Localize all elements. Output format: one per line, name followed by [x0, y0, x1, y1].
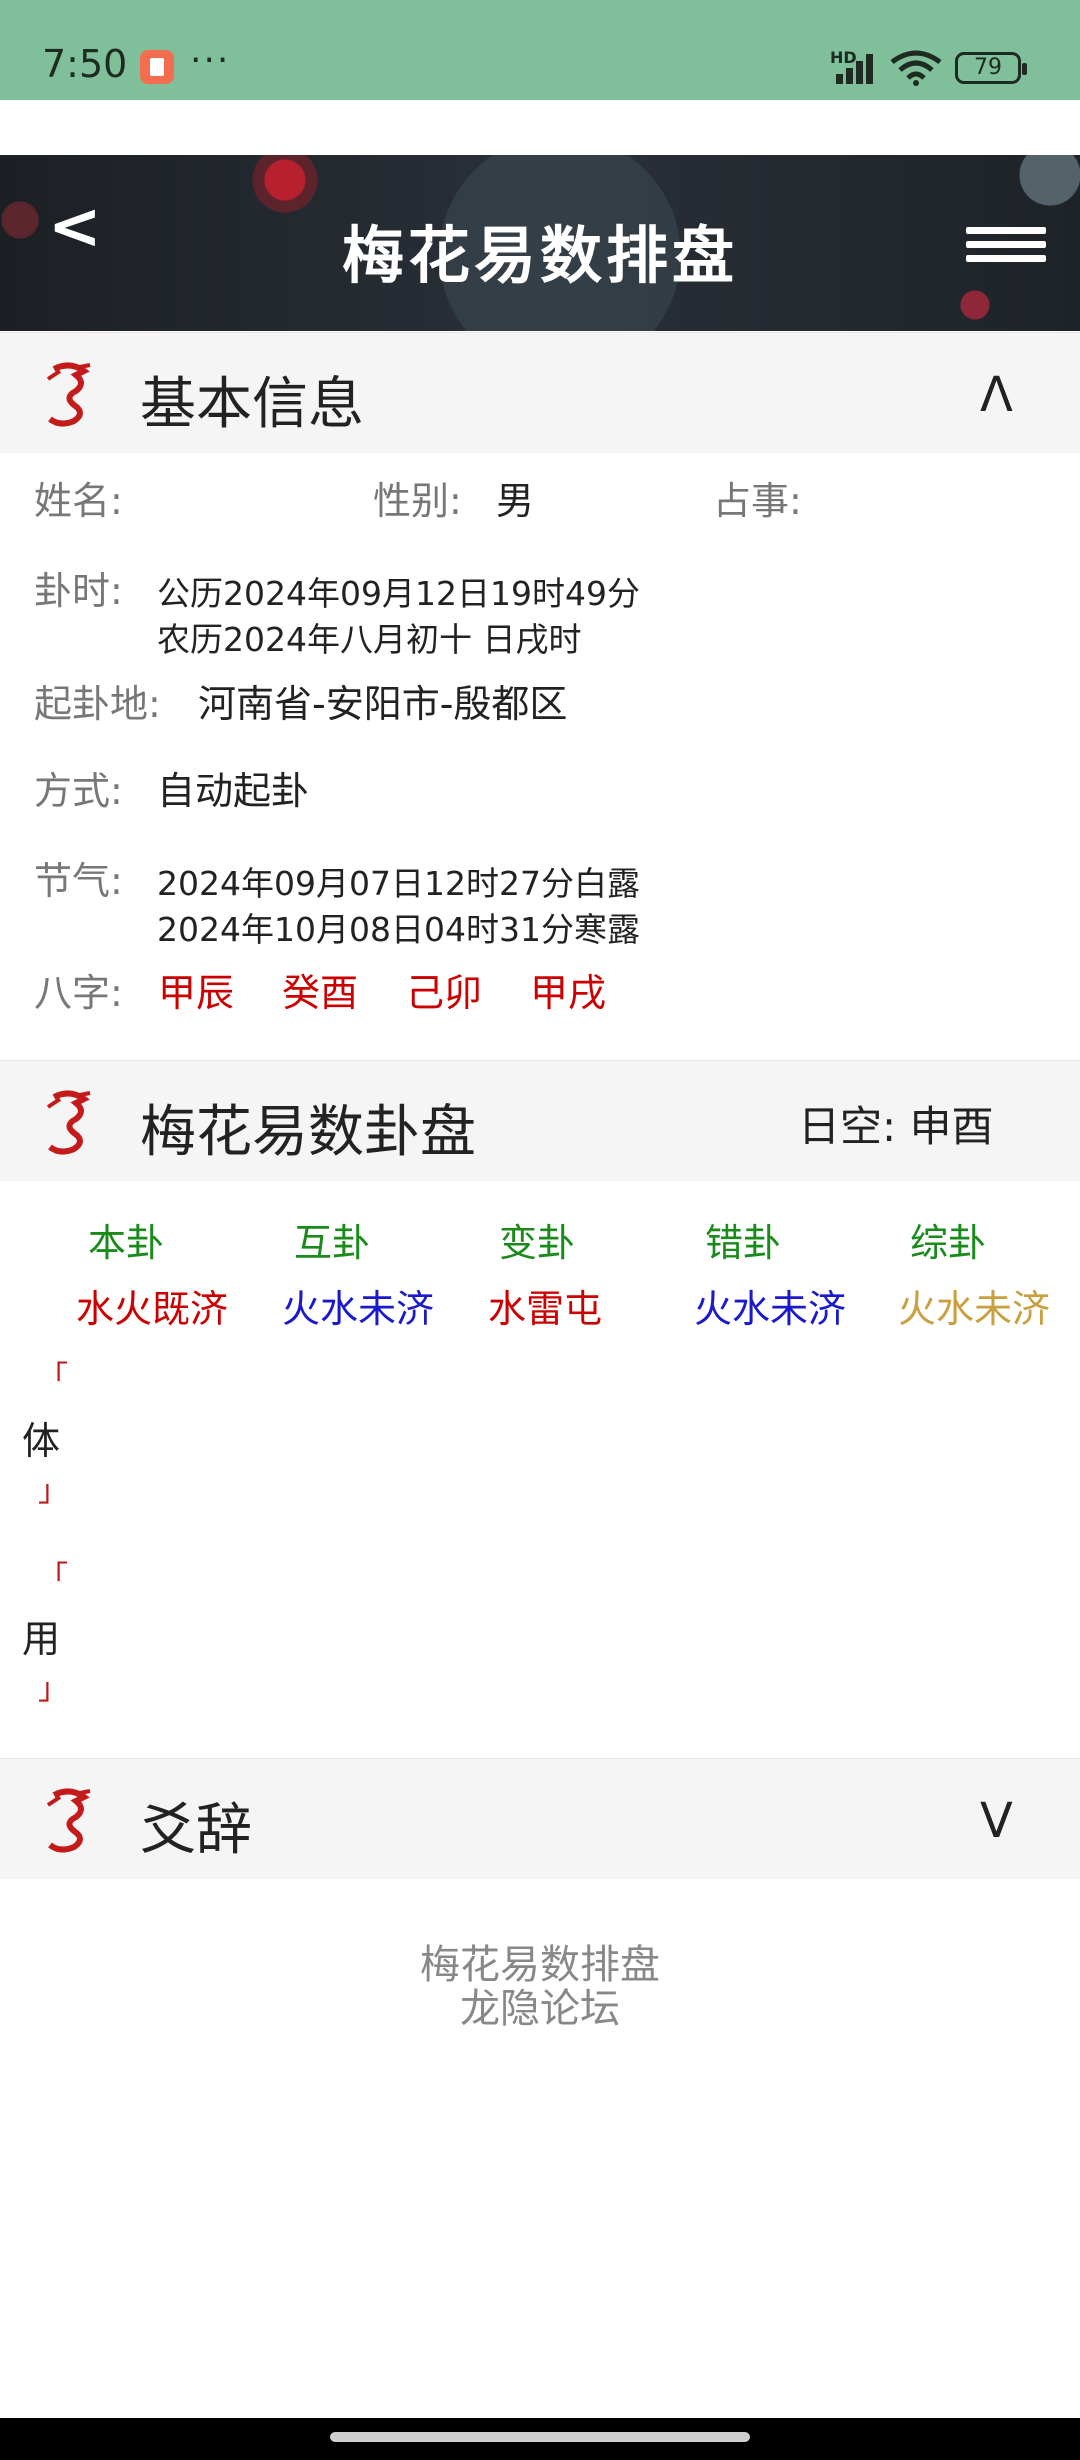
bazi-year: 甲辰 [158, 971, 235, 1015]
battery-icon: 79 [955, 52, 1027, 84]
dragon-logo-icon [46, 1788, 91, 1853]
home-gesture-bar[interactable] [330, 2432, 750, 2442]
bazi-hour: 甲戌 [530, 971, 607, 1015]
signal-icon [836, 48, 882, 84]
zong-gua-name: 火水未济 [898, 1287, 1051, 1331]
solar-term-2: 2024年10月08日04时31分寒露 [157, 910, 640, 949]
notification-app-icon [140, 50, 174, 84]
hu-gua-label: 互卦 [294, 1221, 371, 1265]
bian-gua-label: 变卦 [499, 1221, 576, 1265]
hexagram-header: 梅花易数卦盘 日空: 申酉 [0, 1060, 1080, 1181]
time-lunar: 农历2024年八月初十 日戌时 [157, 620, 582, 659]
yong-bracket-bottom: 」 [38, 1672, 68, 1707]
ti-bracket-bottom: 」 [38, 1474, 68, 1509]
ben-gua-label: 本卦 [88, 1221, 165, 1265]
app-header: < 梅花易数排盘 [0, 155, 1080, 331]
more-notifications-icon: ··· [190, 40, 231, 81]
status-bar: 7:50 ··· HD 79 [0, 0, 1080, 100]
dragon-logo-icon [46, 362, 91, 427]
expand-toggle[interactable]: V [980, 1793, 1013, 1849]
collapse-toggle[interactable]: Λ [980, 367, 1013, 423]
bian-gua-name: 水雷屯 [488, 1287, 603, 1331]
status-time: 7:50 [42, 42, 128, 86]
wifi-icon [890, 50, 942, 86]
hu-gua-name: 火水未济 [282, 1287, 435, 1331]
place-label: 起卦地: [34, 682, 161, 726]
solar-term-label: 节气: [34, 859, 123, 903]
place-value: 河南省-安阳市-殷都区 [198, 682, 568, 726]
yong-bracket-top: 「 [38, 1560, 68, 1595]
gender-label: 性别: [373, 479, 462, 523]
menu-button[interactable] [966, 227, 1046, 267]
name-label: 姓名: [34, 479, 123, 523]
dragon-logo-icon [46, 1090, 91, 1155]
hexagram-title: 梅花易数卦盘 [140, 1100, 476, 1165]
gender-value: 男 [496, 479, 535, 523]
page-title: 梅花易数排盘 [341, 219, 738, 292]
time-solar: 公历2024年09月12日19时49分 [157, 574, 640, 613]
basic-info-title: 基本信息 [140, 372, 364, 437]
footer-line-2: 龙隐论坛 [460, 1986, 620, 2032]
ben-gua-name: 水火既济 [76, 1287, 229, 1331]
yaoci-title: 爻辞 [140, 1798, 252, 1863]
bazi-month: 癸酉 [282, 971, 359, 1015]
zong-gua-label: 综卦 [910, 1221, 987, 1265]
bazi-label: 八字: [34, 971, 123, 1015]
ti-label: 体 [22, 1419, 61, 1463]
cuo-gua-name: 火水未济 [694, 1287, 847, 1331]
time-label: 卦时: [34, 569, 123, 613]
method-value: 自动起卦 [157, 769, 310, 813]
ti-bracket-top: 「 [38, 1360, 68, 1395]
solar-term-1: 2024年09月07日12时27分白露 [157, 864, 640, 903]
bazi-day: 己卯 [406, 971, 483, 1015]
matter-label: 占事: [713, 479, 802, 523]
yaoci-header[interactable]: 爻辞 V [0, 1758, 1080, 1879]
rikong-value: 日空: 申酉 [798, 1102, 994, 1151]
system-nav-bar [0, 2418, 1080, 2460]
yong-label: 用 [22, 1617, 61, 1661]
basic-info-header[interactable]: 基本信息 Λ [0, 332, 1080, 453]
footer-line-1: 梅花易数排盘 [420, 1942, 660, 1988]
method-label: 方式: [34, 769, 123, 813]
cuo-gua-label: 错卦 [705, 1221, 782, 1265]
